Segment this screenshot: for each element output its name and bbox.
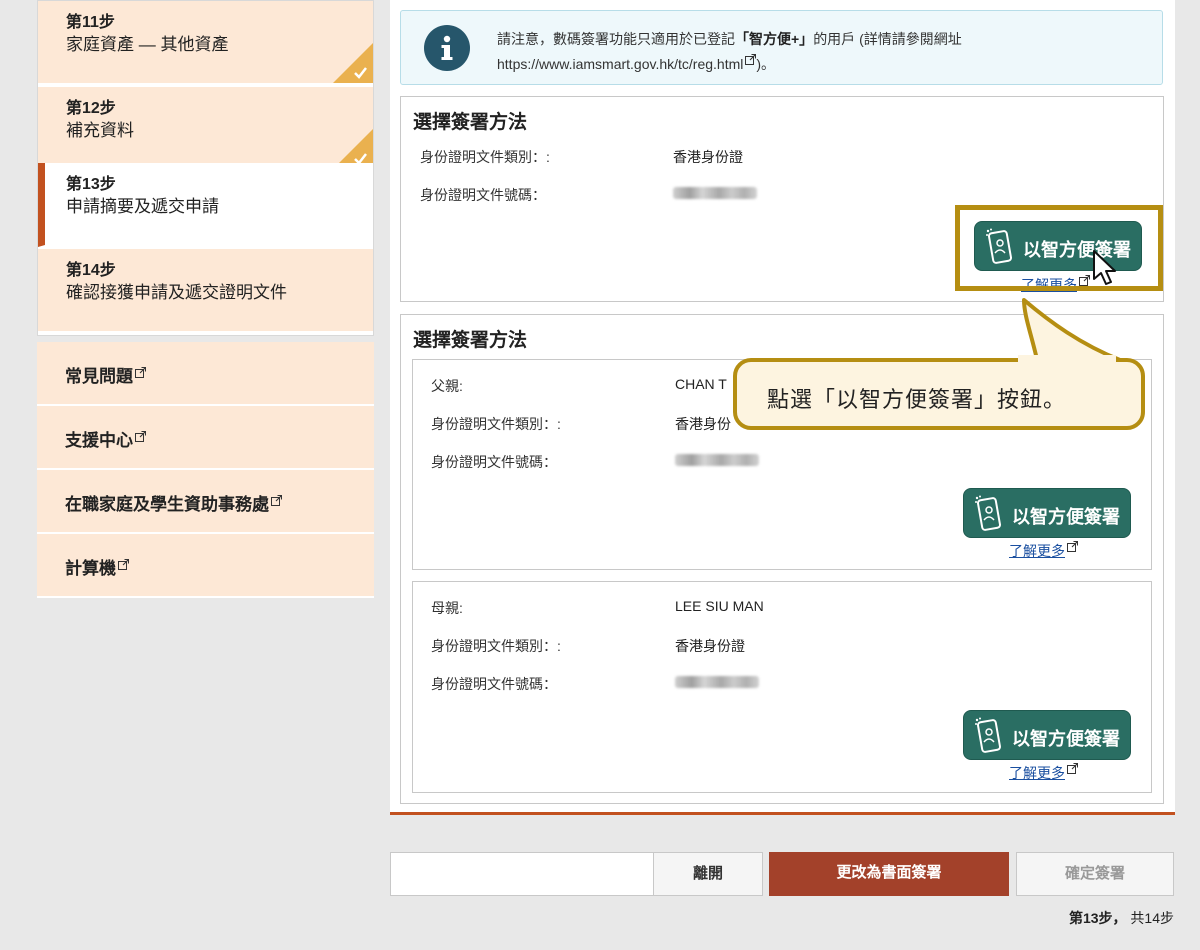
link-label: 常見問題 <box>65 367 133 386</box>
action-bar-spacer <box>390 852 654 896</box>
step-progress: 第13步， 共14步 <box>1069 908 1174 928</box>
notice-text-part: )。 <box>756 56 776 72</box>
doc-type-value: 香港身份證 <box>673 149 743 165</box>
callout-tail-joint <box>1018 355 1116 364</box>
external-link-icon <box>1067 539 1079 555</box>
link-label: 在職家庭及學生資助事務處 <box>65 495 269 514</box>
check-icon <box>333 43 373 83</box>
link-faq[interactable]: 常見問題 <box>37 342 374 406</box>
external-link-icon <box>118 555 130 575</box>
step-number: 第13步 <box>66 176 116 193</box>
doc-type-label: 身份證明文件類別：: <box>420 149 550 165</box>
action-bar: 離開 更改為書面簽署 確定簽署 <box>390 852 1175 896</box>
confirm-sign-button[interactable]: 確定簽署 <box>1016 852 1174 896</box>
panel-title: 選擇簽署方法 <box>413 330 528 351</box>
info-icon <box>424 25 470 71</box>
tutorial-callout: 點選「以智方便簽署」按鈕。 <box>733 358 1145 430</box>
tutorial-highlight-frame <box>955 205 1163 291</box>
external-link-icon <box>745 50 757 71</box>
external-link-icon <box>271 491 283 511</box>
mouse-cursor-icon <box>1093 250 1116 285</box>
step-item-14[interactable]: 第14步 確認接獲申請及遞交證明文件 <box>38 249 373 333</box>
doc-no-label: 身份證明文件號碼： <box>431 676 557 692</box>
notice-text-part: 請注意，數碼簽署功能只適用於已登記 <box>497 31 735 47</box>
doc-no-value-redacted <box>675 454 759 466</box>
step-current: 第13步， <box>1068 910 1127 926</box>
parent-name: CHAN T <box>675 376 727 392</box>
step-number: 第11步 <box>66 14 115 31</box>
parent-card-mother: 母親: LEE SIU MAN 身份證明文件類別：: 香港身份證 身份證明文件號… <box>412 581 1152 793</box>
step-item-13[interactable]: 第13步 申請摘要及遞交申請 <box>38 163 373 247</box>
link-label: 支援中心 <box>65 431 133 450</box>
paper-sign-button[interactable]: 更改為書面簽署 <box>769 852 1009 896</box>
step-title: 申請摘要及遞交申請 <box>66 197 219 216</box>
step-list: 第11步 家庭資產 — 其他資產 第12步 補充資料 第13步 申請摘要及遞交申… <box>37 0 374 336</box>
link-calculator[interactable]: 計算機 <box>37 534 374 598</box>
notice-url[interactable]: https://www.iamsmart.gov.hk/tc/reg.html <box>497 56 743 72</box>
external-link-icon <box>135 363 147 383</box>
button-label: 以智方便簽署 <box>1012 507 1120 527</box>
callout-text: 點選「以智方便簽署」按鈕。 <box>767 387 1067 412</box>
parent-name: LEE SIU MAN <box>675 598 764 614</box>
step-total: 共14步 <box>1130 910 1174 926</box>
step-title: 確認接獲申請及遞交證明文件 <box>66 283 287 302</box>
iamsmart-sign-button[interactable]: 以智方便簽署 <box>963 710 1131 760</box>
learn-more-link[interactable]: 了解更多 <box>1009 761 1079 783</box>
link-wfsfaa[interactable]: 在職家庭及學生資助事務處 <box>37 470 374 534</box>
notice-text: 請注意，數碼簽署功能只適用於已登記「智方便+」的用戶 (詳情請參閱網址 http… <box>497 29 1157 75</box>
step-item-11[interactable]: 第11步 家庭資產 — 其他資產 <box>38 1 373 85</box>
doc-type-label: 身份證明文件類別：: <box>431 416 561 432</box>
role-label: 母親: <box>431 600 463 616</box>
notice-text-part: 的用戶 (詳情請參閱網址 <box>813 31 962 47</box>
button-label: 以智方便簽署 <box>1012 729 1120 749</box>
doc-type-label: 身份證明文件類別：: <box>431 638 561 654</box>
learn-more-label: 了解更多 <box>1009 543 1065 559</box>
step-number: 第12步 <box>66 100 116 117</box>
notice-highlight: 「智方便+」 <box>735 31 814 47</box>
link-label: 計算機 <box>65 559 116 578</box>
external-link-icon <box>135 427 147 447</box>
step-number: 第14步 <box>66 262 116 279</box>
learn-more-label: 了解更多 <box>1009 765 1065 781</box>
doc-type-value: 香港身份 <box>675 416 731 432</box>
step-title: 補充資料 <box>66 121 134 140</box>
iamsmart-sign-button[interactable]: 以智方便簽署 <box>963 488 1131 538</box>
doc-no-value-redacted <box>675 676 759 688</box>
leave-button[interactable]: 離開 <box>653 852 763 896</box>
role-label: 父親: <box>431 378 463 394</box>
learn-more-link[interactable]: 了解更多 <box>1009 539 1079 561</box>
doc-no-label: 身份證明文件號碼： <box>420 187 546 203</box>
sidebar-links: 常見問題 支援中心 在職家庭及學生資助事務處 計算機 <box>37 342 374 598</box>
step-title: 家庭資產 — 其他資產 <box>66 35 229 54</box>
step-item-12[interactable]: 第12步 補充資料 <box>38 87 373 171</box>
doc-no-label: 身份證明文件號碼： <box>431 454 557 470</box>
link-support-centre[interactable]: 支援中心 <box>37 406 374 470</box>
iamsmart-phone-icon <box>974 717 1002 760</box>
external-link-icon <box>1067 761 1079 777</box>
notice-box: 請注意，數碼簽署功能只適用於已登記「智方便+」的用戶 (詳情請參閱網址 http… <box>400 10 1163 85</box>
panel-title: 選擇簽署方法 <box>413 112 528 133</box>
doc-type-value: 香港身份證 <box>675 638 745 654</box>
iamsmart-phone-icon <box>974 495 1002 538</box>
doc-no-value-redacted <box>673 187 757 199</box>
